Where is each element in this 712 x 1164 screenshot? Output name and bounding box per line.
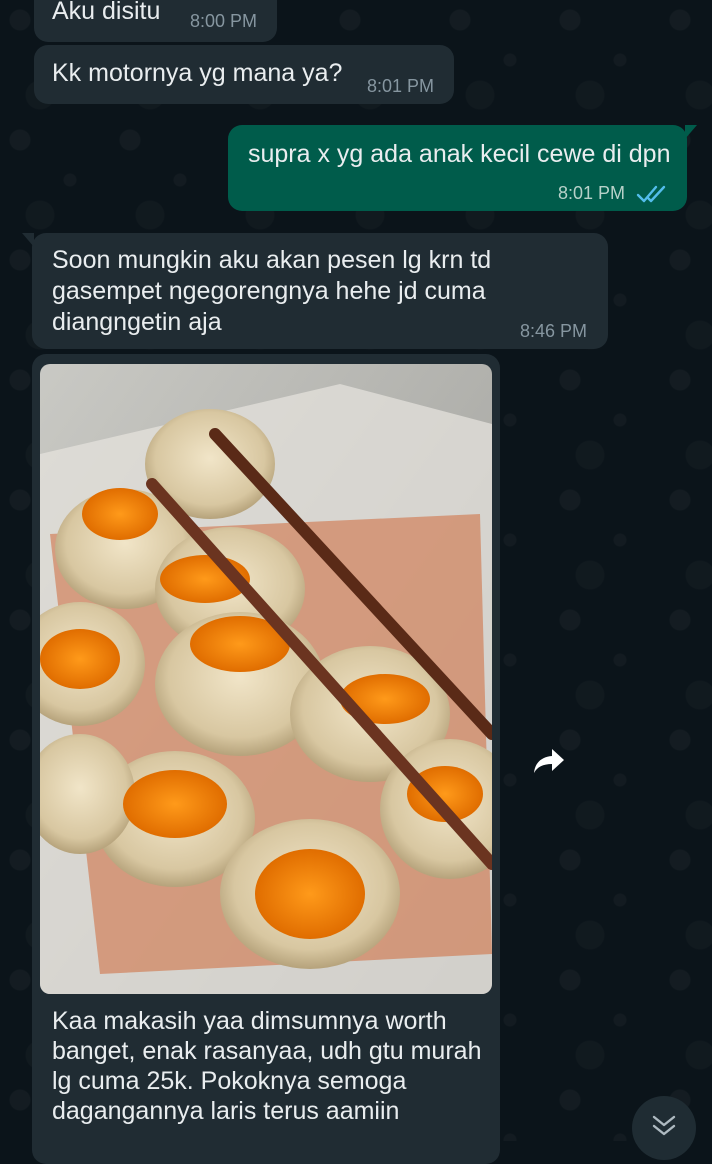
message-bubble-incoming[interactable]: Aku disitu 8:00 PM: [34, 0, 277, 42]
message-text: Soon mungkin aku akan pesen lg krn td ga…: [52, 246, 492, 336]
bubble-tail: [685, 125, 697, 139]
dimsum-photo[interactable]: [40, 364, 492, 994]
message-bubble-outgoing[interactable]: supra x yg ada anak kecil cewe di dpn 8:…: [228, 125, 697, 211]
message-text: Kk motornya yg mana ya?: [52, 59, 343, 87]
forward-button[interactable]: [526, 740, 572, 786]
double-chevron-down-icon: [651, 1114, 677, 1143]
message-time: 8:01 PM: [367, 76, 435, 96]
double-check-icon: [636, 181, 670, 203]
bubble-tail: [22, 233, 34, 247]
message-text: Aku disitu: [52, 0, 161, 25]
scroll-to-bottom-button[interactable]: [632, 1096, 696, 1160]
forward-arrow-icon: [532, 747, 566, 780]
message-bubble-incoming[interactable]: Soon mungkin aku akan pesen lg krn td ga…: [22, 233, 608, 349]
message-time: 8:00 PM: [190, 11, 258, 31]
message-bubble-incoming[interactable]: Kk motornya yg mana ya? 8:01 PM: [34, 45, 454, 104]
message-time: 8:01 PM: [558, 183, 626, 203]
message-text: supra x yg ada anak kecil cewe di dpn: [248, 140, 671, 168]
message-time: 8:46 PM: [520, 321, 588, 341]
image-caption: Kaa makasih yaa dimsumnya worth banget, …: [52, 1007, 482, 1125]
